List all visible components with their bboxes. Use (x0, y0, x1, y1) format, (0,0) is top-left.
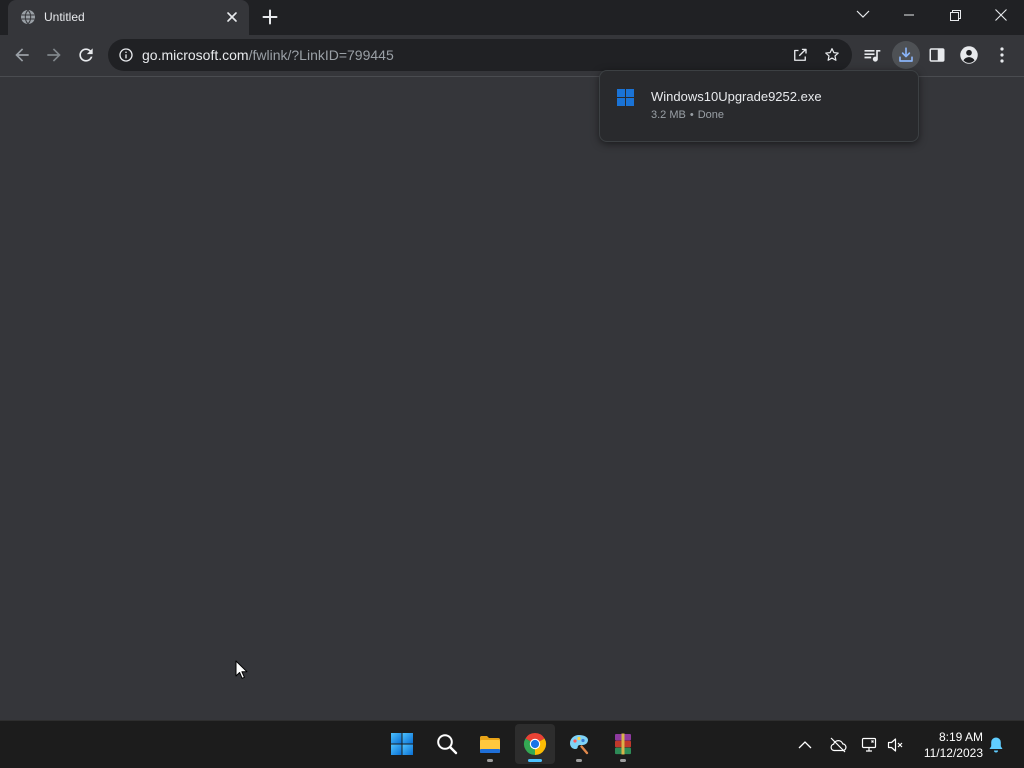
running-indicator (620, 759, 626, 762)
side-panel-button[interactable] (925, 43, 949, 67)
address-bar[interactable]: go.microsoft.com/fwlink/?LinkID=799445 (108, 39, 852, 71)
arrow-left-icon (12, 45, 32, 65)
taskbar-winrar-button[interactable] (603, 724, 643, 764)
paint-icon (567, 732, 591, 756)
download-icon (897, 46, 915, 64)
start-button[interactable] (382, 724, 422, 764)
arrow-right-icon (44, 45, 64, 65)
clock-time: 8:19 AM (938, 730, 983, 744)
tab-search-button[interactable] (851, 4, 875, 24)
browser-tab[interactable]: Untitled (8, 0, 249, 35)
taskbar-paint-button[interactable] (559, 724, 599, 764)
url-path: /fwlink/?LinkID=799445 (248, 47, 394, 63)
url-text[interactable]: go.microsoft.com/fwlink/?LinkID=799445 (142, 47, 394, 63)
mouse-cursor-icon (235, 660, 248, 680)
more-vert-icon (1000, 47, 1004, 63)
notifications-button[interactable] (984, 725, 1008, 765)
download-separator: • (689, 109, 694, 121)
active-indicator (528, 759, 542, 762)
download-size: 3.2 MB (651, 109, 686, 121)
restore-button[interactable] (932, 0, 978, 30)
profile-icon (959, 45, 979, 65)
download-item[interactable]: Windows10Upgrade9252.exe 3.2 MB • Done (600, 71, 918, 141)
chevron-up-icon (798, 741, 812, 749)
network-icon (860, 736, 878, 754)
bell-icon (988, 736, 1004, 754)
start-icon (390, 732, 414, 756)
taskbar-file-explorer-button[interactable] (470, 724, 510, 764)
page-content (0, 77, 1024, 720)
file-explorer-icon (478, 732, 502, 756)
chevron-down-icon (856, 10, 870, 18)
browser-menu-button[interactable] (990, 43, 1014, 67)
running-indicator (487, 759, 493, 762)
back-button[interactable] (8, 41, 36, 69)
search-icon (435, 732, 459, 756)
tab-strip: Untitled (0, 0, 1024, 35)
url-domain: go.microsoft.com (142, 47, 249, 63)
reload-button[interactable] (72, 41, 100, 69)
site-info-button[interactable] (118, 47, 134, 63)
plus-icon (259, 6, 281, 28)
tab-title: Untitled (44, 10, 85, 24)
running-indicator (576, 759, 582, 762)
download-status-line: 3.2 MB • Done (651, 109, 724, 122)
volume-muted-icon (886, 736, 904, 754)
download-status: Done (697, 109, 725, 121)
download-filename: Windows10Upgrade9252.exe (651, 89, 822, 104)
tray-overflow-button[interactable] (792, 725, 818, 765)
minimize-button[interactable] (886, 0, 932, 30)
cloud-offline-icon (828, 735, 848, 755)
window-close-button[interactable] (978, 0, 1024, 30)
side-panel-icon (928, 46, 946, 64)
new-tab-button[interactable] (259, 6, 281, 28)
clock-button[interactable]: 8:19 AM 11/12/2023 (911, 725, 983, 765)
share-button[interactable] (791, 46, 809, 64)
minimize-icon (904, 14, 914, 16)
share-icon (791, 46, 809, 64)
volume-button[interactable] (882, 725, 908, 765)
windows-logo-icon (617, 89, 634, 106)
downloads-button[interactable] (892, 41, 920, 69)
media-controls-button[interactable] (860, 43, 884, 67)
reload-icon (76, 45, 96, 65)
chrome-icon (523, 732, 547, 756)
clock-date: 11/12/2023 (923, 746, 983, 760)
download-bubble: Windows10Upgrade9252.exe 3.2 MB • Done (599, 70, 919, 142)
globe-icon (20, 9, 36, 25)
info-icon (118, 47, 134, 63)
profile-button[interactable] (957, 43, 981, 67)
search-button[interactable] (427, 724, 467, 764)
close-icon (995, 9, 1007, 21)
desktop-screen: Untitled go.microsoft.com/fwlink/?LinkID… (0, 0, 1024, 768)
restore-icon (949, 9, 961, 21)
network-button[interactable] (856, 725, 882, 765)
star-icon (823, 46, 841, 64)
close-icon (222, 7, 242, 27)
taskbar-chrome-button[interactable] (515, 724, 555, 764)
queue-music-icon (862, 45, 882, 65)
forward-button[interactable] (40, 41, 68, 69)
onedrive-button[interactable] (825, 725, 851, 765)
taskbar: 8:19 AM 11/12/2023 (0, 720, 1024, 768)
bookmark-button[interactable] (823, 46, 841, 64)
tab-close-button[interactable] (222, 7, 242, 27)
winrar-icon (611, 732, 635, 756)
